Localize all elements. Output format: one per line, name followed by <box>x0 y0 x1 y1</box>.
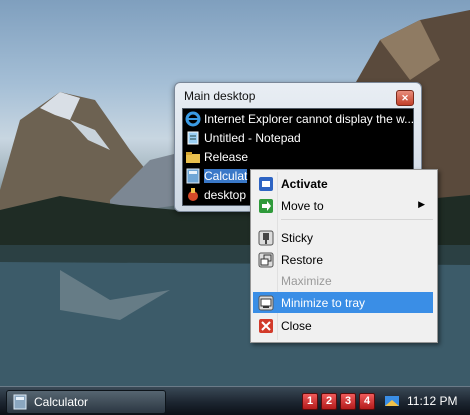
menu-item-restore[interactable]: Restore <box>253 249 433 270</box>
list-item-label: Internet Explorer cannot display the w..… <box>204 111 414 126</box>
menu-item-label: Close <box>281 318 312 333</box>
calculator-icon <box>12 394 28 410</box>
menu-item-sticky[interactable]: Sticky <box>253 227 433 248</box>
virtual-desktop-3[interactable]: 3 <box>340 393 356 410</box>
menu-separator <box>281 219 433 220</box>
activate-icon <box>257 175 275 193</box>
tray-app-icon[interactable] <box>384 393 400 409</box>
list-item-label: Release <box>204 149 249 164</box>
menu-item-move-to[interactable]: Move to ▶ <box>253 195 433 216</box>
submenu-arrow-icon: ▶ <box>418 199 425 209</box>
notepad-icon <box>185 130 201 146</box>
list-item[interactable]: Release <box>183 147 413 166</box>
list-item-label: desktop <box>204 187 247 202</box>
restore-icon <box>257 251 275 269</box>
desktop-app-icon <box>185 187 201 203</box>
virtual-desktop-1[interactable]: 1 <box>302 393 318 410</box>
list-item-label: Calculat <box>204 168 248 183</box>
folder-icon <box>185 149 201 165</box>
taskbar-button-calculator[interactable]: Calculator <box>6 390 166 414</box>
switcher-title: Main desktop <box>184 89 256 103</box>
menu-item-maximize[interactable]: Maximize <box>253 270 433 291</box>
virtual-desktop-4[interactable]: 4 <box>359 393 375 410</box>
menu-item-label: Minimize to tray <box>281 295 366 310</box>
move-to-icon <box>257 197 275 215</box>
sticky-icon <box>257 229 275 247</box>
context-menu: Activate Move to ▶ Sticky Restore Maximi… <box>250 169 438 343</box>
taskbar: Calculator 1 2 3 4 11:12 PM <box>0 386 470 415</box>
system-clock[interactable]: 11:12 PM <box>407 394 457 408</box>
internet-explorer-icon <box>185 111 201 127</box>
menu-item-label: Move to <box>281 198 324 213</box>
list-item[interactable]: Internet Explorer cannot display the w..… <box>183 109 413 128</box>
list-item-label: Untitled - Notepad <box>204 130 301 145</box>
menu-item-close[interactable]: Close <box>253 315 433 336</box>
menu-item-label: Sticky <box>281 230 314 245</box>
virtual-desktop-2[interactable]: 2 <box>321 393 337 410</box>
calculator-icon <box>185 168 201 184</box>
list-item[interactable]: Untitled - Notepad <box>183 128 413 147</box>
menu-item-label: Restore <box>281 252 324 267</box>
minimize-tray-icon <box>257 294 275 312</box>
taskbar-button-label: Calculator <box>34 395 89 409</box>
menu-item-label: Maximize <box>281 273 332 288</box>
close-red-icon <box>257 317 275 335</box>
menu-item-label: Activate <box>281 176 328 191</box>
menu-item-activate[interactable]: Activate <box>253 173 433 194</box>
close-icon[interactable]: ✕ <box>396 90 414 106</box>
menu-item-minimize-to-tray[interactable]: Minimize to tray <box>253 292 433 313</box>
